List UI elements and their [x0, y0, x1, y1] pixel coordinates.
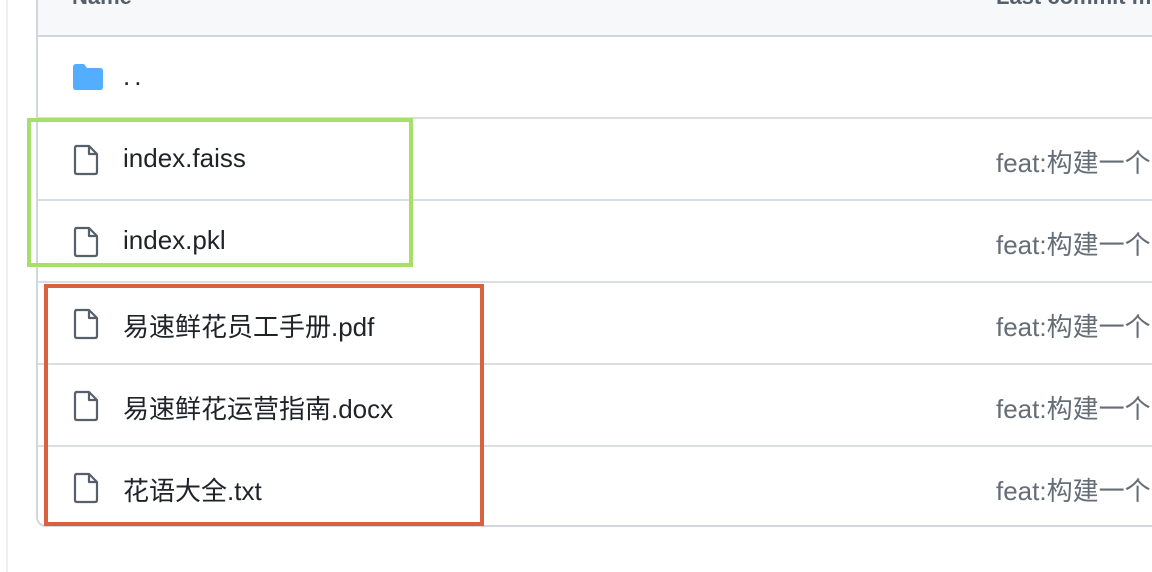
- file-icon: [71, 144, 101, 176]
- file-icon: [71, 472, 101, 504]
- file-icon: [71, 390, 101, 422]
- parent-directory-link[interactable]: ..: [123, 61, 145, 92]
- file-name-link[interactable]: index.faiss: [123, 143, 246, 174]
- table-row[interactable]: 花语大全.txt feat:构建一个: [38, 447, 1152, 525]
- file-icon: [71, 226, 101, 258]
- table-row[interactable]: index.faiss feat:构建一个: [38, 119, 1152, 201]
- file-table: Name Last commit message .. index.faiss …: [36, 0, 1152, 527]
- file-name-link[interactable]: 易速鲜花运营指南.docx: [123, 389, 393, 426]
- table-row-parent-directory[interactable]: ..: [38, 37, 1152, 119]
- left-divider: [6, 0, 8, 572]
- commit-message-link[interactable]: feat:构建一个: [996, 143, 1151, 180]
- repo-file-browser: Name Last commit message .. index.faiss …: [0, 0, 1152, 572]
- file-name-link[interactable]: 花语大全.txt: [123, 471, 262, 508]
- folder-icon: [71, 62, 103, 94]
- column-header-last-commit: Last commit message: [996, 0, 1152, 10]
- table-row[interactable]: index.pkl feat:构建一个: [38, 201, 1152, 283]
- file-icon: [71, 308, 101, 340]
- commit-message-link[interactable]: feat:构建一个: [996, 307, 1151, 344]
- commit-message-link[interactable]: feat:构建一个: [996, 225, 1151, 262]
- table-row[interactable]: 易速鲜花员工手册.pdf feat:构建一个: [38, 283, 1152, 365]
- file-name-link[interactable]: 易速鲜花员工手册.pdf: [123, 307, 374, 344]
- column-header-name: Name: [72, 0, 132, 10]
- table-header: Name Last commit message: [38, 0, 1152, 37]
- commit-message-link[interactable]: feat:构建一个: [996, 389, 1151, 426]
- table-row[interactable]: 易速鲜花运营指南.docx feat:构建一个: [38, 365, 1152, 447]
- file-name-link[interactable]: index.pkl: [123, 225, 226, 256]
- commit-message-link[interactable]: feat:构建一个: [996, 471, 1151, 508]
